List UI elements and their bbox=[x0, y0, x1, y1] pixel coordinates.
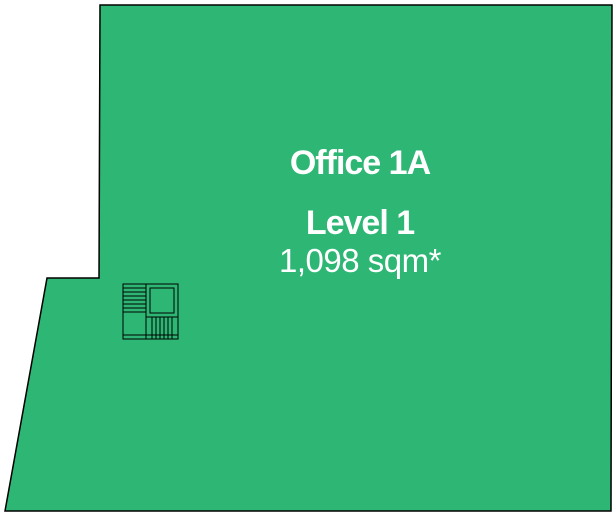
unit-name: Office 1A bbox=[289, 144, 431, 182]
unit-area: 1,098 sqm* bbox=[279, 242, 441, 279]
unit-label: Office 1A Level 1 1,098 sqm* bbox=[160, 144, 560, 280]
unit-level: Level 1 bbox=[305, 204, 415, 242]
